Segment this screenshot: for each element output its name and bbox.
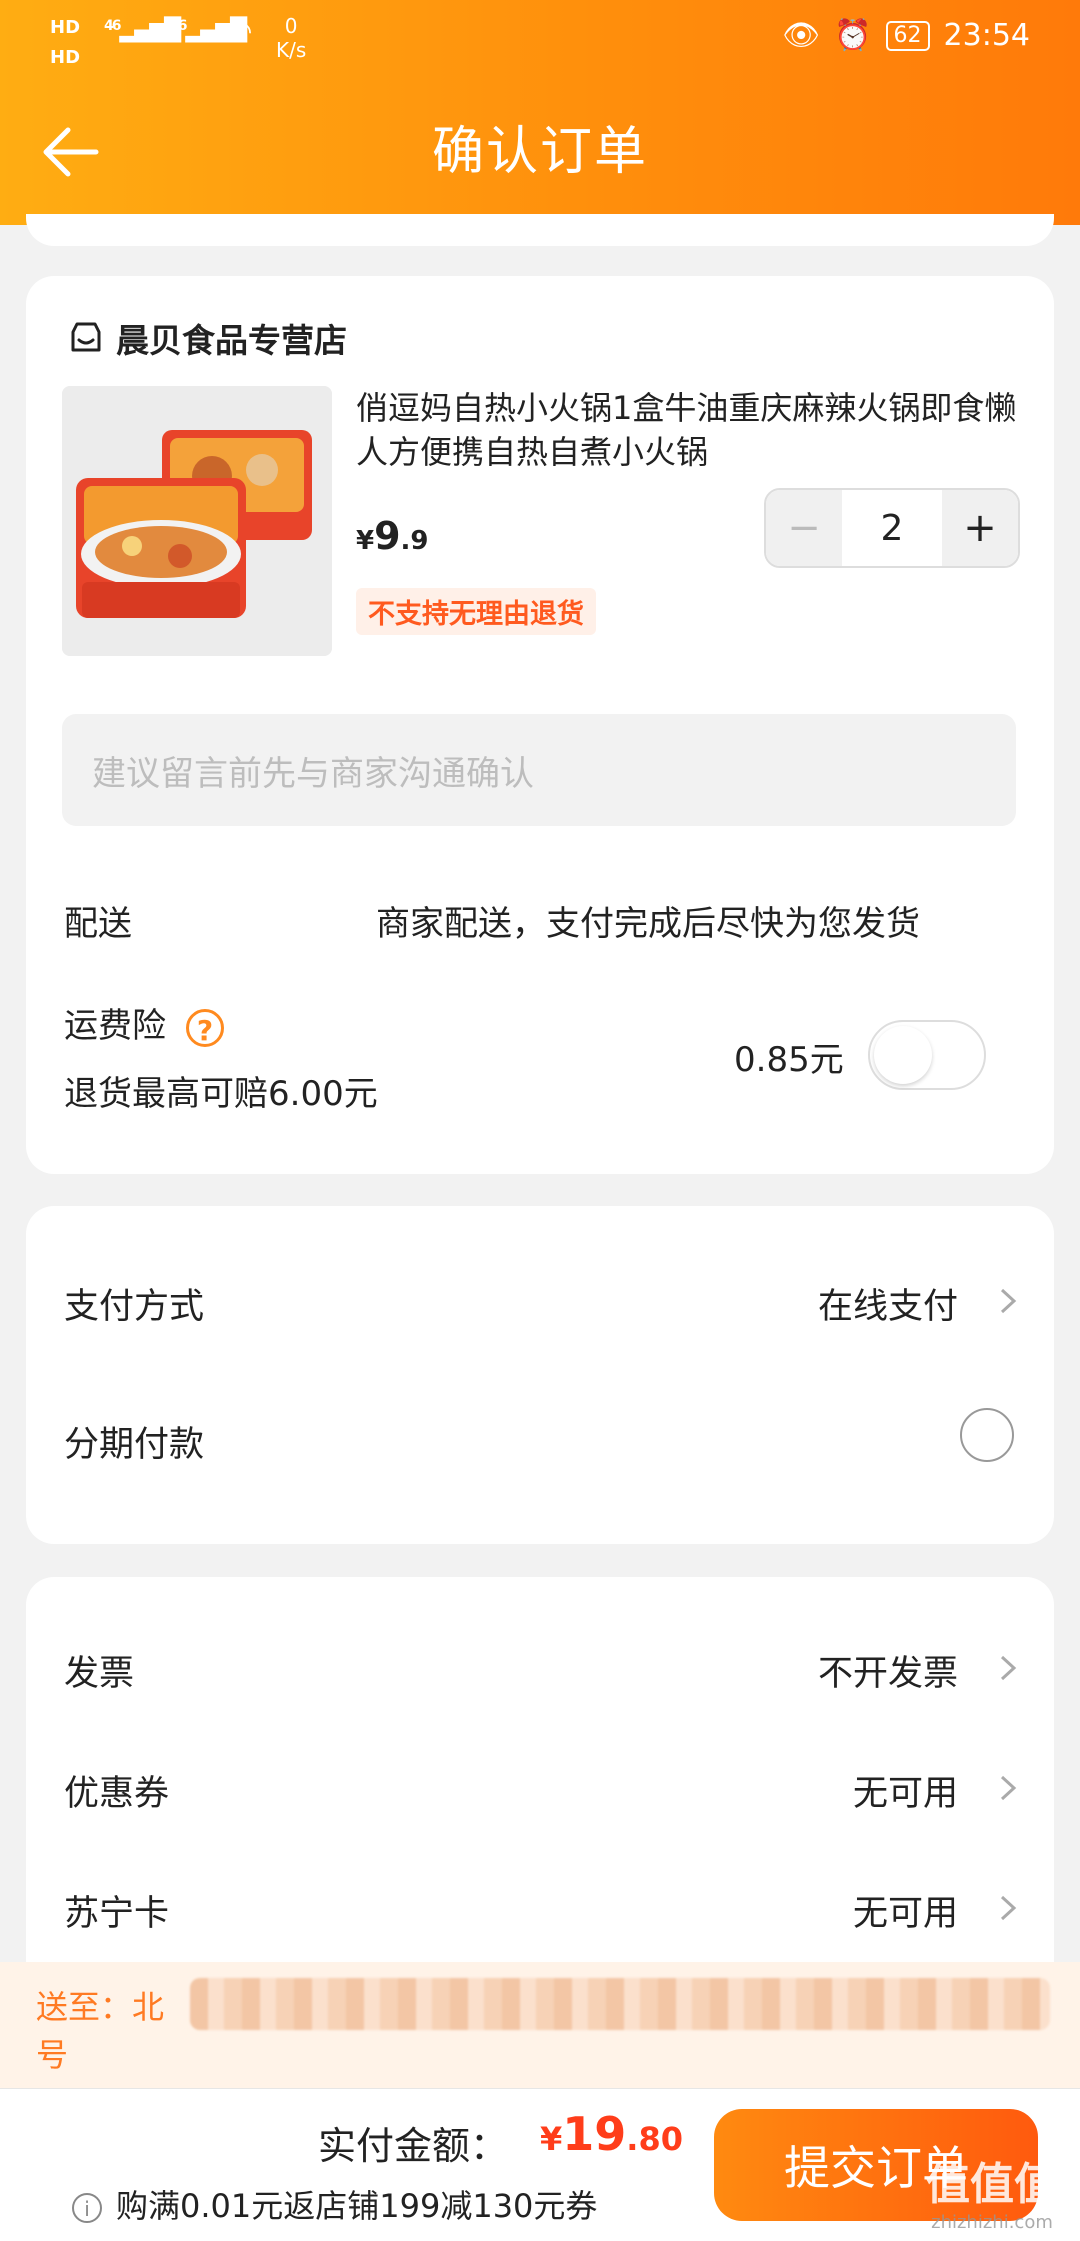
status-right: 👁 ⏰ 62 23:54 <box>782 18 1030 53</box>
installment-label: 分期付款 <box>64 1425 205 1465</box>
payment-method-row[interactable]: 支付方式 在线支付 <box>26 1250 1054 1350</box>
amount-decimal: .80 <box>626 2120 683 2158</box>
order-note-input[interactable]: 建议留言前先与商家沟通确认 <box>62 714 1016 826</box>
payment-method-value: 在线支付 <box>817 1287 958 1327</box>
network-type-2: 46 <box>170 18 188 34</box>
note-placeholder: 建议留言前先与商家沟通确认 <box>92 753 534 794</box>
suning-card-label: 苏宁卡 <box>64 1894 170 1934</box>
chevron-right-icon <box>1000 1655 1017 1681</box>
price-symbol: ¥ <box>356 526 375 556</box>
suning-card-value: 无可用 <box>852 1894 958 1934</box>
hotpot-product-image <box>62 386 332 656</box>
insurance-label: 运费险 <box>64 1006 166 1046</box>
sim-indicators: HD HD <box>50 12 84 72</box>
quantity-stepper: − 2 + <box>764 488 1020 568</box>
quantity-value[interactable]: 2 <box>842 508 942 549</box>
address-tail: 号 <box>36 2036 69 2074</box>
hd-badge-1: HD <box>50 17 81 38</box>
coupon-label: 优惠券 <box>64 1774 170 1814</box>
coupon-row[interactable]: 优惠券 无可用 <box>26 1737 1054 1837</box>
installment-radio[interactable] <box>960 1408 1014 1462</box>
price-decimal: .9 <box>400 526 429 556</box>
store-name: 晨贝食品专营店 <box>116 321 347 360</box>
delivery-value: 商家配送，支付完成后尽快为您发货 <box>376 904 920 944</box>
chevron-right-icon <box>1000 1288 1017 1314</box>
checkout-bar: 实付金额： ¥19.80 i 购满0.01元返店铺199减130元券 提交订单 值… <box>0 2088 1080 2241</box>
delivery-label: 配送 <box>64 904 132 944</box>
info-icon: i <box>72 2193 102 2223</box>
speed-value: 0 <box>284 14 298 38</box>
delivery-address-bar[interactable]: 送至：北 号 <box>0 1962 1080 2088</box>
suning-card-row[interactable]: 苏宁卡 无可用 <box>26 1857 1054 1957</box>
battery-icon: 62 <box>885 20 930 51</box>
clock: 23:54 <box>943 18 1030 53</box>
wifi-icon: ◠ <box>228 14 252 49</box>
order-item-card: 晨贝食品专营店 俏逗妈自热小火锅1盒牛油重庆麻辣火锅即食懒人方便携自热自煮小火锅… <box>26 276 1054 1174</box>
store-icon <box>71 322 101 352</box>
help-icon[interactable]: ? <box>186 1008 224 1047</box>
hd-badge-2: HD <box>50 47 81 68</box>
address-redacted <box>190 1978 1050 2030</box>
watermark-text: 值值值 <box>926 2159 1058 2210</box>
return-policy-tag: 不支持无理由退货 <box>356 588 596 635</box>
amount-symbol: ¥ <box>540 2120 563 2158</box>
insurance-price: 0.85元 <box>734 1040 844 1080</box>
invoice-label: 发票 <box>64 1654 135 1694</box>
store-header[interactable]: 晨贝食品专营店 <box>68 314 347 362</box>
address-prefix: 送至：北 <box>36 1988 165 2026</box>
chevron-right-icon <box>1000 1775 1017 1801</box>
invoice-value: 不开发票 <box>817 1654 958 1694</box>
top-bar: HD HD 46▂▄▆█ 46▂▄▆█ ◠ 0 K/s 👁 ⏰ 62 23:54… <box>0 0 1080 225</box>
coupon-value: 无可用 <box>852 1774 958 1814</box>
pay-amount-label: 实付金额： <box>318 2124 509 2168</box>
page-title: 确认订单 <box>431 122 648 182</box>
invoice-row[interactable]: 发票 不开发票 <box>26 1617 1054 1717</box>
insurance-label-row: 运费险? <box>64 998 224 1047</box>
installment-row[interactable]: 分期付款 <box>26 1388 1054 1488</box>
alarm-icon: ⏰ <box>834 18 872 53</box>
amount-integer: 19 <box>562 2107 627 2161</box>
network-speed: 0 K/s <box>276 14 306 62</box>
signal-icon-1: 46▂▄▆█ <box>104 18 181 43</box>
status-bar: HD HD 46▂▄▆█ 46▂▄▆█ ◠ 0 K/s 👁 ⏰ 62 23:54 <box>0 0 1080 80</box>
pay-amount: ¥19.80 <box>540 2107 683 2161</box>
payment-method-label: 支付方式 <box>64 1287 205 1327</box>
extras-card: 发票 不开发票 优惠券 无可用 苏宁卡 无可用 <box>26 1577 1054 2017</box>
toggle-knob <box>874 1026 932 1084</box>
previous-card-edge <box>26 214 1054 246</box>
network-type-1: 46 <box>104 18 122 34</box>
insurance-toggle[interactable] <box>868 1020 986 1090</box>
promo-text: 购满0.01元返店铺199减130元券 <box>116 2187 598 2225</box>
watermark-url: zhizhizhi.com <box>931 2212 1053 2233</box>
watermark-logo: 值值值 zhizhizhi.com <box>926 2148 1058 2233</box>
product-title[interactable]: 俏逗妈自热小火锅1盒牛油重庆麻辣火锅即食懒人方便携自热自煮小火锅 <box>356 386 1036 474</box>
insurance-subtext: 退货最高可赔6.00元 <box>64 1074 378 1114</box>
product-image[interactable] <box>62 386 332 656</box>
speed-unit: K/s <box>276 38 307 62</box>
price-integer: 9 <box>374 514 401 558</box>
eye-icon: 👁 <box>782 18 821 53</box>
decrease-quantity-button[interactable]: − <box>766 490 842 566</box>
product-price: ¥9.9 <box>356 514 429 558</box>
increase-quantity-button[interactable]: + <box>942 490 1018 566</box>
promo-note[interactable]: i 购满0.01元返店铺199减130元券 <box>72 2181 597 2227</box>
chevron-right-icon <box>1000 1895 1017 1921</box>
payment-card: 支付方式 在线支付 分期付款 <box>26 1206 1054 1544</box>
